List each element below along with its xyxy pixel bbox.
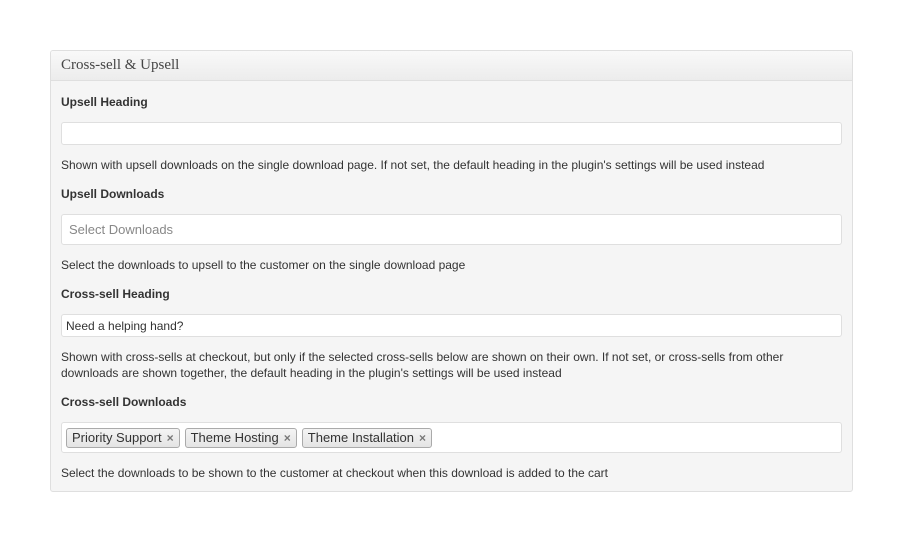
crosssell-downloads-select[interactable]: Priority Support × Theme Hosting × Theme…: [61, 422, 842, 453]
upsell-heading-input[interactable]: [61, 122, 842, 145]
chip-label: Theme Hosting: [190, 430, 279, 445]
metabox-title: Cross-sell & Upsell: [61, 57, 180, 73]
upsell-downloads-placeholder: Select Downloads: [69, 222, 174, 237]
chip-label: Priority Support: [72, 430, 162, 445]
crosssell-heading-description: Shown with cross-sells at checkout, but …: [61, 350, 784, 380]
upsell-heading-description: Shown with upsell downloads on the singl…: [61, 158, 765, 172]
selected-download-chip: Theme Installation ×: [301, 427, 433, 448]
remove-chip-icon[interactable]: ×: [284, 431, 291, 445]
upsell-downloads-description: Select the downloads to upsell to the cu…: [61, 258, 466, 272]
cross-sell-upsell-metabox: Cross-sell & Upsell Upsell Heading Shown…: [50, 50, 853, 492]
metabox-header[interactable]: Cross-sell & Upsell: [51, 51, 852, 81]
remove-chip-icon[interactable]: ×: [419, 431, 426, 445]
selected-download-chip: Theme Hosting ×: [184, 427, 297, 448]
crosssell-heading-label: Cross-sell Heading: [61, 287, 170, 301]
crosssell-downloads-label: Cross-sell Downloads: [61, 395, 187, 409]
upsell-heading-label: Upsell Heading: [61, 95, 148, 109]
crosssell-heading-input[interactable]: [61, 314, 842, 337]
upsell-downloads-select[interactable]: Select Downloads: [61, 214, 842, 245]
upsell-downloads-label: Upsell Downloads: [61, 187, 165, 201]
crosssell-downloads-description: Select the downloads to be shown to the …: [61, 466, 609, 480]
remove-chip-icon[interactable]: ×: [167, 431, 174, 445]
selected-download-chip: Priority Support ×: [66, 427, 180, 448]
chip-label: Theme Installation: [307, 430, 415, 445]
